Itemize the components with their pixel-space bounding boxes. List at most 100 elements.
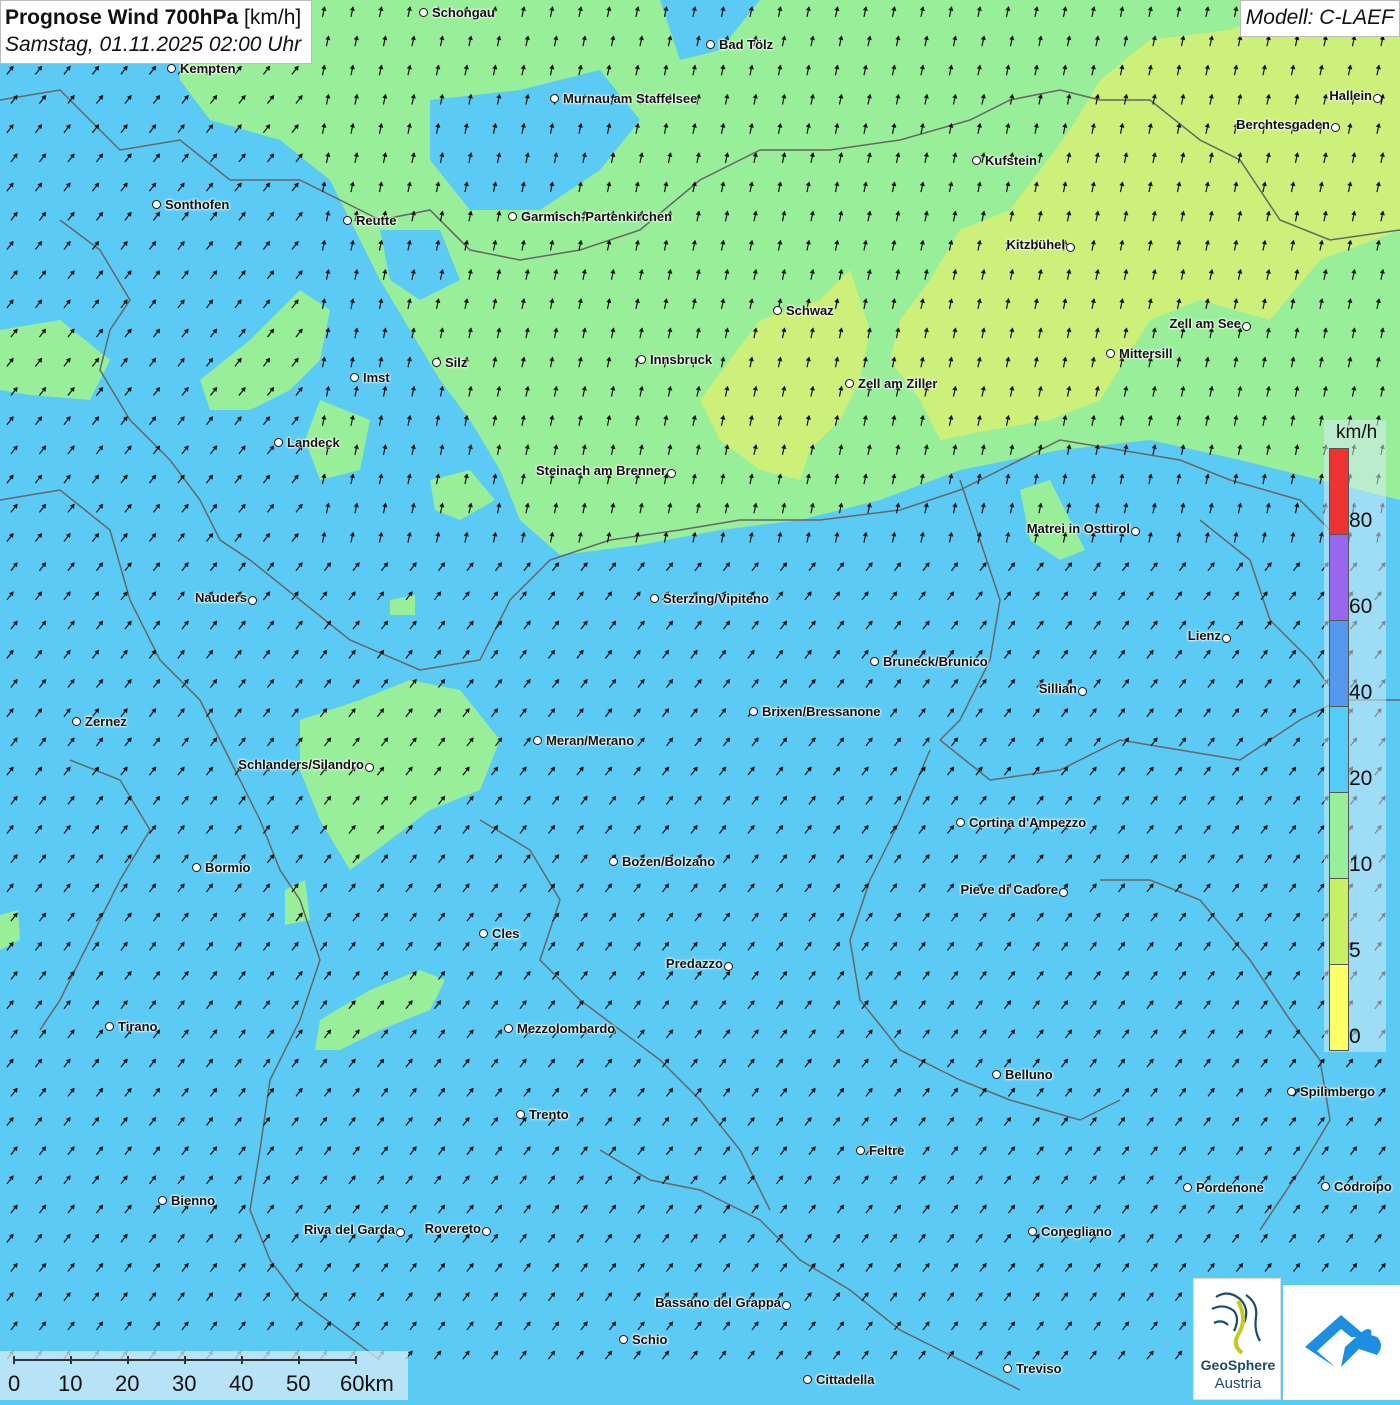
city-label: Riva del Garda [303, 1222, 395, 1237]
city-label: Landeck [287, 435, 340, 450]
city-marker [870, 657, 879, 666]
scale-label-40: 40 [229, 1371, 254, 1396]
city-marker [1373, 94, 1382, 103]
city-label: Bienno [171, 1193, 216, 1208]
city-marker [972, 156, 981, 165]
legend-tick-label: 80 [1349, 509, 1373, 532]
legend-segment [1329, 964, 1349, 1051]
city-marker [992, 1070, 1001, 1079]
city-marker [782, 1301, 791, 1310]
legend-tick-label: 5 [1349, 939, 1361, 962]
city-label: Mittersill [1119, 346, 1173, 361]
city-marker [1059, 888, 1068, 897]
city-marker [1066, 243, 1075, 252]
map-title: Prognose Wind 700hPa [km/h] [5, 4, 301, 31]
city-label: Kitzbühel [1006, 237, 1066, 252]
city-label: Schio [632, 1332, 668, 1347]
city-label: Nauders [194, 590, 247, 605]
legend-tick-label: 40 [1349, 681, 1373, 704]
geosphere-logo[interactable]: GeoSphere Austria [1193, 1278, 1281, 1400]
city-label: Sillian [1038, 681, 1077, 696]
city-marker [637, 355, 646, 364]
city-marker [350, 373, 359, 382]
city-marker [479, 929, 488, 938]
city-marker [1106, 349, 1115, 358]
city-label: Codroipo [1334, 1179, 1392, 1194]
city-marker [724, 962, 733, 971]
city-marker [619, 1335, 628, 1344]
city-label: Pieve di Cadore [960, 882, 1058, 897]
city-marker [396, 1228, 405, 1237]
city-marker [1028, 1227, 1037, 1236]
city-label: Lienz [1187, 628, 1221, 643]
city-label: Schongau [432, 5, 495, 20]
city-label: Schwaz [786, 303, 834, 318]
city-marker [167, 64, 176, 73]
scale-label-10: 10 [58, 1371, 83, 1396]
city-marker [504, 1024, 513, 1033]
city-label: Matrei in Osttirol [1026, 521, 1130, 536]
city-marker [508, 212, 517, 221]
city-marker [419, 8, 428, 17]
city-label: Sterzing/Vipiteno [663, 591, 769, 606]
city-marker [1131, 527, 1140, 536]
legend-segment [1329, 706, 1349, 793]
city-label: Sonthofen [165, 197, 230, 212]
city-marker [343, 216, 352, 225]
city-label: Kufstein [985, 153, 1037, 168]
city-marker [482, 1227, 491, 1236]
city-marker [274, 438, 283, 447]
city-label: Zell am Ziller [858, 376, 938, 391]
legend-segment [1329, 448, 1349, 535]
legend-segment [1329, 878, 1349, 965]
legend-segment [1329, 534, 1349, 621]
city-marker [1078, 687, 1087, 696]
city-label: Spilimbergo [1300, 1084, 1376, 1099]
city-marker [158, 1196, 167, 1205]
legend-tick-label: 0 [1349, 1025, 1361, 1048]
city-label: Tirano [118, 1019, 158, 1034]
scale-label-30: 30 [172, 1371, 197, 1396]
city-label: Zell am See [1169, 316, 1241, 331]
city-label: Brixen/Bressanone [762, 704, 881, 719]
city-marker [650, 594, 659, 603]
city-marker [1287, 1087, 1296, 1096]
city-label: Belluno [1005, 1067, 1053, 1082]
city-label: Predazzo [665, 956, 723, 971]
city-label: Hallein [1329, 88, 1372, 103]
model-label: Modell: C-LAEF [1239, 0, 1400, 37]
map-title-bold: Prognose Wind 700hPa [5, 6, 239, 29]
city-label: Bad Tölz [719, 37, 774, 52]
city-label: Innsbruck [650, 352, 713, 367]
city-marker [667, 469, 676, 478]
weather-app-logo[interactable] [1283, 1285, 1400, 1400]
scale-label-60km: 60km [340, 1371, 394, 1396]
city-marker [956, 818, 965, 827]
city-marker [1331, 123, 1340, 132]
city-marker [432, 358, 441, 367]
city-marker [248, 596, 257, 605]
legend-tick-label: 60 [1349, 595, 1373, 618]
city-marker [803, 1375, 812, 1384]
city-marker [609, 857, 618, 866]
city-label: Murnau am Staffelsee [563, 91, 698, 106]
scale-bar: 0 10 20 30 40 50 60km [0, 1351, 408, 1400]
scale-label-20: 20 [115, 1371, 140, 1396]
city-marker [845, 379, 854, 388]
city-marker [1003, 1364, 1012, 1373]
city-marker [533, 736, 542, 745]
city-marker [1242, 322, 1251, 331]
map-title-unit: [km/h] [244, 6, 302, 29]
city-label: Feltre [869, 1143, 905, 1158]
weather-app-icon [1305, 1315, 1381, 1367]
city-marker [192, 863, 201, 872]
city-label: Cortina d'Ampezzo [969, 815, 1087, 830]
city-label: Trento [529, 1107, 569, 1122]
legend-tick-label: 10 [1349, 853, 1373, 876]
city-marker [773, 306, 782, 315]
city-label: Berchtesgaden [1236, 117, 1330, 132]
city-label: Zernez [85, 714, 127, 729]
title-box: Prognose Wind 700hPa [km/h] Samstag, 01.… [0, 0, 313, 64]
city-label: Silz [445, 355, 468, 370]
city-marker [365, 763, 374, 772]
